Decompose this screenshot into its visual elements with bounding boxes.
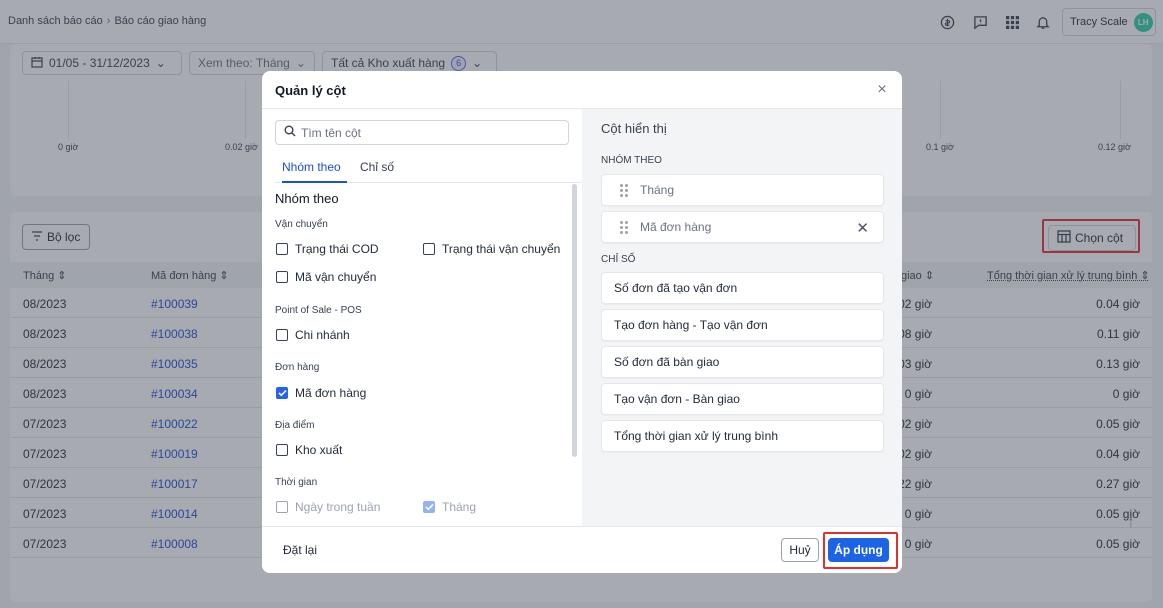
checkbox[interactable] [423, 243, 435, 255]
drag-handle-icon[interactable] [620, 183, 628, 197]
column-search [275, 120, 569, 145]
section-shipping: Vận chuyển [275, 219, 328, 230]
checkbox[interactable] [276, 271, 288, 283]
section-time: Thời gian [275, 477, 318, 488]
section-location: Địa điểm [275, 420, 315, 431]
metric-item[interactable]: Tạo đơn hàng - Tạo vận đơn [601, 309, 884, 341]
visible-column-order-code[interactable]: Mã đơn hàng ✕ [601, 211, 884, 243]
remove-icon[interactable]: ✕ [856, 219, 869, 237]
modal-header: Quản lý cột × [262, 71, 902, 109]
option-month[interactable]: Tháng [423, 500, 476, 514]
option-warehouse[interactable]: Kho xuất [276, 443, 342, 457]
group-section-label: NHÓM THEO [601, 155, 662, 166]
metric-item[interactable]: Số đơn đã tạo vận đơn [601, 272, 884, 304]
checkbox[interactable] [276, 329, 288, 341]
search-input[interactable] [301, 125, 551, 140]
modal-title: Quản lý cột [275, 83, 346, 98]
search-icon [284, 125, 296, 140]
option-weekday[interactable]: Ngày trong tuần [276, 500, 380, 514]
tab-group-by[interactable]: Nhóm theo [282, 160, 341, 174]
visible-columns-title: Cột hiển thị [601, 121, 667, 136]
metric-item[interactable]: Tạo vận đơn - Bàn giao [601, 383, 884, 415]
modal-footer: Đặt lại Huỷ Áp dụng [262, 526, 902, 573]
close-icon[interactable]: × [874, 82, 890, 98]
drag-handle-icon[interactable] [620, 220, 628, 234]
checkbox[interactable] [276, 243, 288, 255]
visible-columns-pane: Cột hiển thị NHÓM THEO Tháng Mã đơn hàng… [582, 109, 902, 526]
section-pos: Point of Sale - POS [275, 305, 362, 316]
checkbox-checked[interactable] [423, 501, 435, 513]
group-title: Nhóm theo [275, 191, 339, 206]
checkbox[interactable] [276, 501, 288, 513]
cancel-button[interactable]: Huỷ [781, 538, 819, 562]
column-manager-modal: Quản lý cột × Nhóm theo Chỉ số Nhóm theo… [262, 71, 902, 573]
metric-item[interactable]: Số đơn đã bàn giao [601, 346, 884, 378]
metric-item[interactable]: Tổng thời gian xử lý trung bình [601, 420, 884, 452]
scroll-top-icon[interactable]: ↑ [1127, 514, 1145, 532]
column-options-list: Nhóm theo Vận chuyển Trạng thái COD Trạn… [262, 183, 572, 526]
metric-section-label: CHỈ SỐ [601, 254, 636, 265]
apply-button-highlight [823, 532, 898, 569]
picker-tabs: Nhóm theo Chỉ số [275, 151, 582, 183]
checkbox[interactable] [276, 444, 288, 456]
section-order: Đơn hàng [275, 362, 320, 373]
option-order-code[interactable]: Mã đơn hàng [276, 386, 366, 400]
column-picker-pane: Nhóm theo Chỉ số Nhóm theo Vận chuyển Tr… [262, 109, 582, 526]
option-shipping-status[interactable]: Trạng thái vận chuyển [423, 242, 560, 256]
option-cod-status[interactable]: Trạng thái COD [276, 242, 379, 256]
checkbox-checked[interactable] [276, 387, 288, 399]
tab-metrics[interactable]: Chỉ số [360, 160, 394, 174]
visible-column-month[interactable]: Tháng [601, 174, 884, 206]
option-branch[interactable]: Chi nhánh [276, 328, 350, 342]
option-shipping-code[interactable]: Mã vận chuyển [276, 270, 376, 284]
list-scrollbar[interactable] [572, 184, 577, 457]
reset-button[interactable]: Đặt lại [283, 543, 317, 557]
